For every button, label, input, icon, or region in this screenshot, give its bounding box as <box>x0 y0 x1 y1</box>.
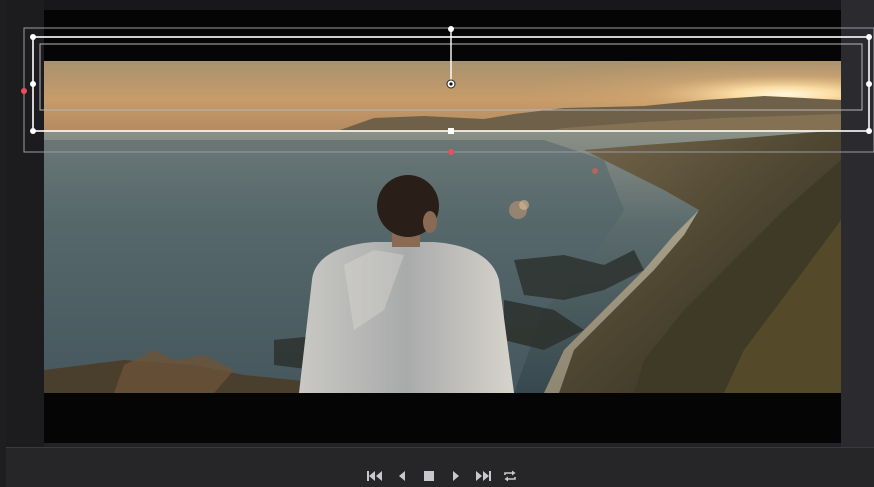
viewer-panel <box>6 0 874 447</box>
viewer-top-bar <box>6 0 874 10</box>
clip-frame-image <box>44 10 841 443</box>
softness-handle-bottom[interactable] <box>448 149 454 155</box>
loop-button[interactable] <box>501 468 518 484</box>
window-center-handle[interactable] <box>446 79 456 89</box>
transport-bar <box>6 447 874 487</box>
transport-controls <box>366 468 518 484</box>
stop-button[interactable] <box>420 468 437 484</box>
window-handle-bottom-left[interactable] <box>30 128 36 134</box>
softness-handle-left[interactable] <box>21 88 27 94</box>
loop-icon <box>503 470 516 482</box>
play-forward-button[interactable] <box>447 468 464 484</box>
window-rotation-handle[interactable] <box>448 26 454 32</box>
play-icon <box>452 471 459 481</box>
play-reverse-icon <box>398 471 405 481</box>
window-handle-bottom-right[interactable] <box>866 128 872 134</box>
viewer-image[interactable] <box>44 10 841 443</box>
viewer-right-margin <box>841 0 874 447</box>
window-handle-bottom[interactable] <box>448 128 454 134</box>
skip-forward-icon <box>475 471 491 481</box>
stop-icon <box>423 471 434 481</box>
color-page <box>0 0 874 487</box>
skip-back-icon <box>366 471 382 481</box>
window-handle-left[interactable] <box>30 81 36 87</box>
go-to-start-button[interactable] <box>366 468 383 484</box>
window-handle-top-right[interactable] <box>866 34 872 40</box>
viewer-left-margin <box>6 0 44 447</box>
play-reverse-button[interactable] <box>393 468 410 484</box>
window-handle-right[interactable] <box>866 81 872 87</box>
window-handle-top-left[interactable] <box>30 34 36 40</box>
go-to-end-button[interactable] <box>474 468 491 484</box>
